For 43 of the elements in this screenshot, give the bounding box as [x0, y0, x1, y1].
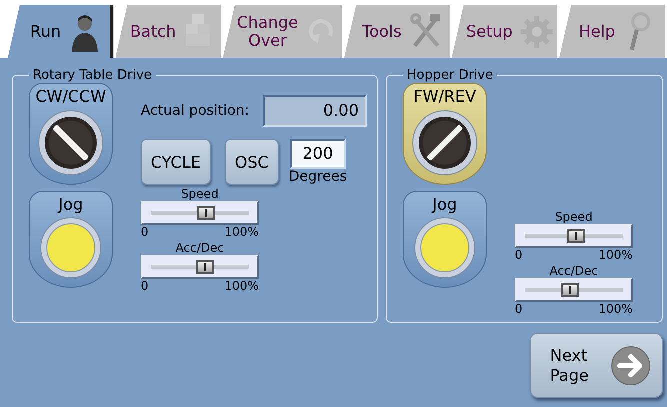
slider[interactable]	[515, 224, 633, 248]
panel-title: Rotary Table Drive	[32, 68, 154, 83]
slider[interactable]	[515, 278, 633, 302]
knob-icon	[38, 110, 104, 176]
tab[interactable]: Run	[8, 5, 114, 58]
knob-icon	[412, 110, 478, 176]
slider-label: Acc/Dec	[548, 264, 600, 278]
field-label: Actual position:	[141, 103, 250, 119]
selector-switch[interactable]: FW/REV	[403, 83, 487, 185]
max-label: 100%	[598, 302, 633, 316]
slider[interactable]	[141, 201, 259, 225]
degrees-field[interactable]: 200	[290, 139, 346, 169]
panel-title: Hopper Drive	[406, 68, 494, 83]
min-label: 0	[141, 279, 149, 293]
next-page-button[interactable]: Next Page	[530, 333, 663, 398]
max-label: 100%	[224, 279, 259, 293]
unit-label: Degrees	[288, 169, 348, 185]
lamp-icon	[414, 217, 476, 280]
command-button[interactable]: CYCLE	[141, 139, 211, 185]
selector-switch[interactable]: CW/CCW	[29, 83, 113, 185]
slider-thumb[interactable]	[566, 229, 585, 243]
slider[interactable]	[141, 255, 259, 279]
slider-thumb[interactable]	[561, 283, 580, 297]
max-label: 100%	[598, 248, 633, 262]
slider-thumb[interactable]	[196, 260, 214, 274]
command-button[interactable]: OSC	[224, 139, 279, 185]
tab[interactable]: Batch	[116, 5, 222, 58]
tab[interactable]: Change Over	[223, 5, 342, 58]
jog-button[interactable]: Jog	[403, 190, 487, 288]
tab[interactable]: Setup	[452, 5, 558, 58]
slider-label: Acc/Dec	[174, 241, 226, 255]
position-display: 0.00	[263, 95, 367, 127]
min-label: 0	[515, 248, 523, 262]
max-label: 100%	[224, 225, 259, 239]
tab[interactable]: Help	[559, 5, 665, 58]
slider-thumb[interactable]	[196, 206, 215, 220]
slider-label: Speed	[554, 210, 594, 224]
tab[interactable]: Tools	[344, 5, 450, 58]
jog-button[interactable]: Jog	[29, 190, 113, 288]
lamp-icon	[40, 217, 102, 280]
min-label: 0	[515, 302, 523, 316]
slider-label: Speed	[180, 187, 220, 201]
min-label: 0	[141, 225, 149, 239]
